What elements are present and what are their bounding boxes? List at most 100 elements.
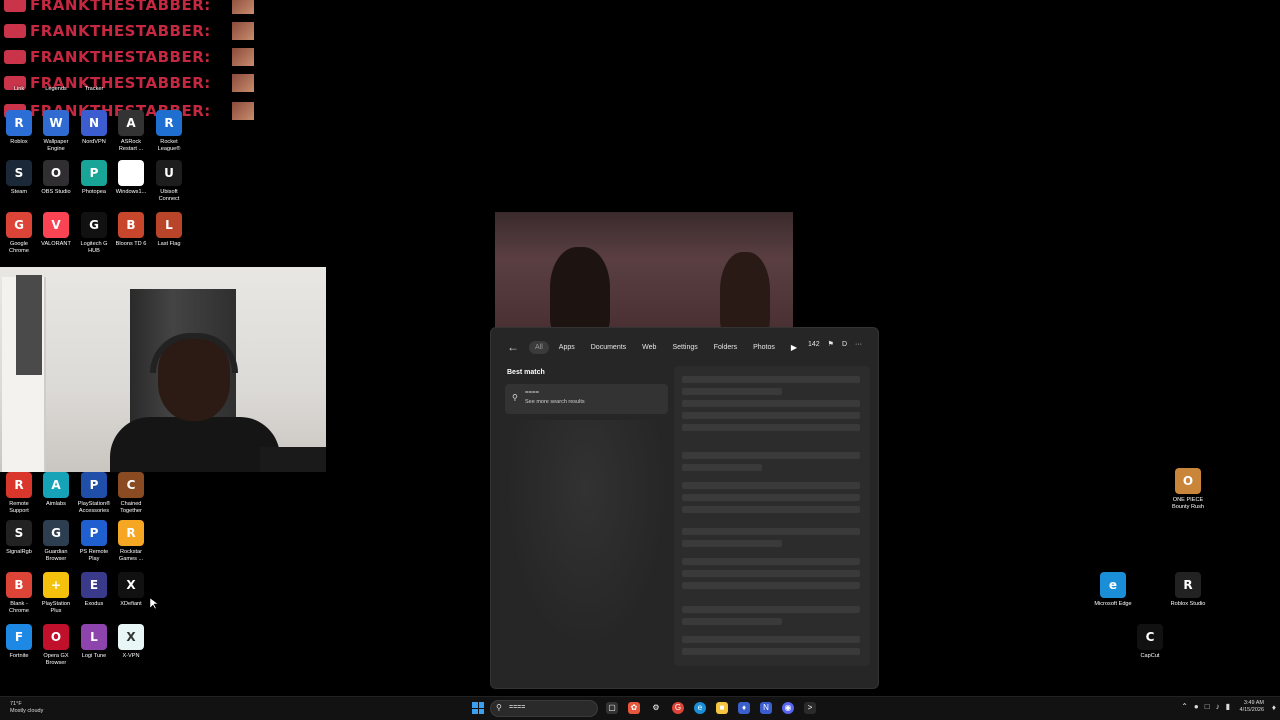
trophy-icon[interactable]: ⚑ [828, 340, 834, 348]
chrome-icon[interactable]: G [672, 702, 684, 714]
network-icon[interactable]: □ [1205, 702, 1210, 711]
skeleton-line [682, 606, 860, 613]
search-result-row[interactable]: ⚲ ==== See more search results [505, 384, 668, 414]
desktop-icon[interactable]: B Blank - Chrome [0, 572, 38, 615]
desktop-icon[interactable]: P Photopea [75, 160, 113, 196]
skeleton-line [682, 494, 860, 501]
skeleton-line [682, 558, 860, 565]
notification-bell-icon[interactable]: ♦ [1272, 703, 1276, 712]
skeleton-line [682, 464, 762, 471]
play-more-filters-icon[interactable]: ▶ [791, 343, 797, 352]
task-view-icon[interactable]: ▢ [606, 702, 618, 714]
filter-all[interactable]: All [529, 340, 549, 354]
desktop-icon[interactable]: Link [0, 62, 38, 93]
best-match-label: Best match [507, 369, 545, 376]
desktop-icon[interactable]: E Exodus [75, 572, 113, 608]
desktop-icon-label: Blank - Chrome [9, 601, 29, 614]
desktop-icon[interactable]: X XDefiant [112, 572, 150, 608]
back-arrow-icon[interactable]: ← [507, 340, 521, 354]
filter-photos[interactable]: Photos [747, 341, 781, 354]
search-panel: ← All Apps Documents Web Settings Folder… [490, 327, 879, 689]
desktop-icon[interactable]: B Bloons TD 6 [112, 212, 150, 248]
filter-folders[interactable]: Folders [708, 341, 743, 354]
desktop-icon[interactable]: O OBS Studio [37, 160, 75, 196]
desktop-icon[interactable]: R Rockstar Games ... [112, 520, 150, 563]
desktop-icon[interactable]: U Ubisoft Connect [150, 160, 188, 203]
desktop-icon-label: Aimlabs [46, 501, 66, 507]
desktop-icon[interactable]: W Wallpaper Engine [37, 110, 75, 153]
vpn-icon[interactable]: N [760, 702, 772, 714]
settings-gear-icon[interactable]: ⚙ [650, 702, 662, 714]
taskbar-clock[interactable]: 3:49 AM 4/15/2026 [1240, 700, 1264, 714]
desktop-icon[interactable]: N NordVPN [75, 110, 113, 146]
desktop-icon-label: Logi Tune [81, 653, 107, 659]
hero-figure-right [720, 252, 770, 330]
search-icon: ⚲ [496, 703, 502, 712]
taskbar: 71°F Mostly cloudy ⚲ ==== ▢ ✿ ⚙ G e ■ ♦ … [0, 696, 1280, 720]
desktop-icon[interactable]: Legends [37, 62, 75, 93]
edge-icon[interactable]: e [694, 702, 706, 714]
desktop-icon[interactable]: R Roblox Studio [1169, 572, 1207, 608]
desktop-icon[interactable]: R Rocket League® [150, 110, 188, 153]
app-icon: R [6, 110, 32, 136]
desktop-icon-label: PlayStation® Accessories [77, 501, 111, 514]
desktop-icon[interactable]: X X-VPN [112, 624, 150, 660]
more-options-icon[interactable]: ··· [855, 341, 862, 348]
weather-widget[interactable]: 71°F Mostly cloudy [10, 701, 43, 715]
app-icon[interactable]: ♦ [738, 702, 750, 714]
filter-web[interactable]: Web [636, 341, 662, 354]
desktop-icon[interactable]: L Last Flag [150, 212, 188, 248]
desktop-icon[interactable]: R Remote Support [0, 472, 38, 515]
skeleton-line [682, 506, 860, 513]
desktop-icon[interactable]: C Chained Together [112, 472, 150, 515]
file-explorer-icon[interactable]: ■ [716, 702, 728, 714]
desktop-icon[interactable]: A Aimlabs [37, 472, 75, 508]
app-icon: G [81, 212, 107, 238]
desktop-icon[interactable]: e Microsoft Edge [1094, 572, 1132, 608]
windows-start-icon[interactable] [472, 702, 484, 714]
filter-settings[interactable]: Settings [666, 341, 703, 354]
chevron-up-icon[interactable]: ⌃ [1181, 702, 1188, 711]
microphone-icon[interactable]: ● [1194, 702, 1199, 711]
desktop-icon[interactable]: P PlayStation® Accessories [75, 472, 113, 515]
desktop-icon[interactable]: L Logi Tune [75, 624, 113, 660]
desktop-icon[interactable]: Windows1... [112, 160, 150, 196]
desktop-icon[interactable]: V VALORANT [37, 212, 75, 248]
colorful-app-icon[interactable]: ✿ [628, 702, 640, 714]
desktop-icon[interactable]: G Guardian Browser [37, 520, 75, 563]
desktop-icon[interactable]: G Google Chrome [0, 212, 38, 255]
discord-icon[interactable]: ◉ [782, 702, 794, 714]
desktop-icon[interactable]: G Logitech G HUB [75, 212, 113, 255]
hero-figure-left [550, 247, 610, 330]
desktop-icon[interactable]: O Opera GX Browser [37, 624, 75, 667]
desktop-icon[interactable]: O ONE PIECE Bounty Rush [1169, 468, 1207, 511]
battery-icon[interactable]: ▮ [1226, 702, 1230, 711]
overlay-banner: FRANKTHESTABBER: [4, 22, 254, 40]
heart-icon [4, 0, 26, 12]
user-initial[interactable]: D [842, 341, 847, 348]
desktop-icon[interactable]: C CapCut [1131, 624, 1169, 660]
terminal-icon[interactable]: > [804, 702, 816, 714]
search-preview-pane [674, 366, 870, 666]
desktop-icon-label: Logitech G HUB [80, 241, 108, 254]
desktop-icon[interactable]: S Steam [0, 160, 38, 196]
filter-documents[interactable]: Documents [585, 341, 632, 354]
avatar [232, 0, 254, 14]
app-icon: O [1175, 468, 1201, 494]
app-icon: U [156, 160, 182, 186]
desktop-icon[interactable]: + PlayStation Plus [37, 572, 75, 615]
desktop-icon[interactable]: Tracker [75, 62, 113, 93]
desktop-icon[interactable]: F Fortnite [0, 624, 38, 660]
desktop-icon[interactable]: P PS Remote Play [75, 520, 113, 563]
desktop-icon[interactable]: A ASRock Restart ... [112, 110, 150, 153]
desktop-icon[interactable]: R Roblox [0, 110, 38, 146]
clock-time: 3:49 AM [1243, 700, 1264, 706]
app-icon: E [81, 572, 107, 598]
search-hero-image[interactable] [495, 212, 793, 330]
overlay-banner-text: FRANKTHESTABBER: [30, 22, 211, 40]
taskbar-search-box[interactable]: ⚲ ==== [490, 700, 598, 717]
filter-apps[interactable]: Apps [553, 341, 581, 354]
volume-icon[interactable]: ♪ [1216, 702, 1220, 711]
rewards-points[interactable]: 142 [808, 341, 820, 348]
desktop-icon[interactable]: S SignalRgb [0, 520, 38, 556]
